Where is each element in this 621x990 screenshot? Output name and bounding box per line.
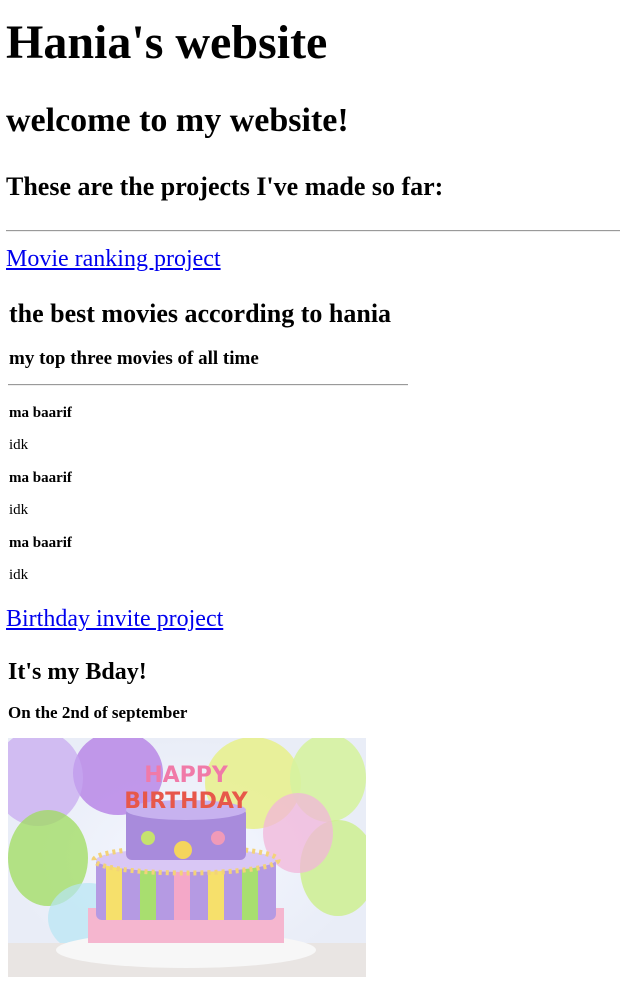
movie-item-title: ma baarif [9,405,72,421]
page-title: Hania's website [6,16,328,69]
movie-item-title: ma baarif [9,470,72,486]
movie-item-description: idk [9,502,29,518]
birthday-cake-image: HAPPY BIRTHDAY [8,738,366,977]
movie-item-description: idk [9,437,29,453]
movie-item-title: ma baarif [9,535,72,551]
welcome-heading: welcome to my website! [6,102,349,139]
birthday-invite-link[interactable]: Birthday invite project [6,607,223,631]
movie-heading: the best movies according to hania [9,299,392,328]
svg-text:BIRTHDAY: BIRTHDAY [124,789,249,814]
svg-text:HAPPY: HAPPY [144,763,229,788]
birthday-heading: It's my Bday! [8,659,147,685]
movie-ranking-embed: the best movies according to hania my to… [5,285,410,595]
movie-ranking-link[interactable]: Movie ranking project [6,247,221,271]
movie-subheading: my top three movies of all time [9,348,259,369]
movie-item-description: idk [9,567,29,583]
divider [6,230,620,232]
birthday-date: On the 2nd of september [8,703,188,722]
movie-divider [8,384,408,386]
birthday-invite-embed: It's my Bday! On the 2nd of september HA… [5,645,375,985]
projects-intro-heading: These are the projects I've made so far: [6,172,444,201]
